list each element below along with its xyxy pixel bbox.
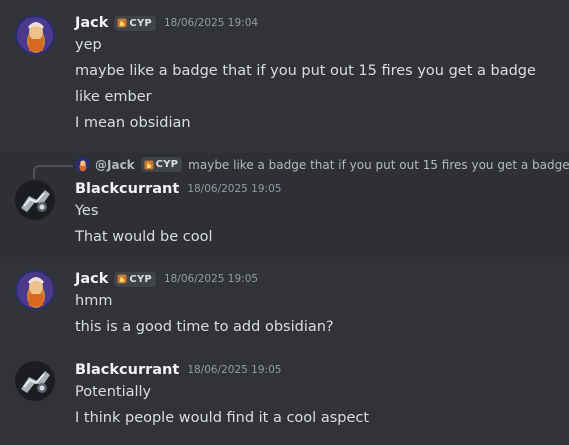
reply-spine [33,165,73,179]
message-line: yep [75,37,102,53]
message-line: Potentially [75,384,152,400]
message-line: like ember [75,89,152,105]
message-group-jack-1: Jack CYP 18/06/2025 19:04 yep maybe like… [0,0,569,150]
blackcurrant-avatar-icon [15,361,55,401]
timestamp[interactable]: 18/06/2025 19:05 [187,183,281,195]
timestamp[interactable]: 18/06/2025 19:04 [164,17,258,29]
reply-preview[interactable]: @Jack CYP maybe like a badge that if you… [0,156,569,179]
server-tag[interactable]: CYP [140,157,183,172]
message-header: Jack CYP 18/06/2025 19:05 [75,268,258,290]
message-line: hmm [75,293,113,309]
reply-avatar [75,157,90,172]
server-tag-label: CYP [155,159,179,170]
message-header: Blackcurrant 18/06/2025 19:05 [75,359,281,381]
message-header: Jack CYP 18/06/2025 19:04 [75,12,258,34]
server-tag[interactable]: CYP [114,15,156,31]
username[interactable]: Jack [75,271,108,287]
jack-avatar-icon [15,15,55,55]
jack-avatar-icon [75,157,90,172]
message-line: I think people would find it a cool aspe… [75,410,370,426]
timestamp[interactable]: 18/06/2025 19:05 [164,273,258,285]
message-line: maybe like a badge that if you put out 1… [75,63,536,79]
server-tag-label: CYP [129,17,152,29]
message-line: I mean obsidian [75,115,191,131]
username[interactable]: Blackcurrant [75,181,179,197]
avatar[interactable] [15,180,55,220]
message-line: That would be cool [75,229,213,245]
server-tag-label: CYP [129,273,152,285]
message-header: Blackcurrant 18/06/2025 19:05 [75,178,281,200]
reply-content: @Jack CYP maybe like a badge that if you… [75,157,569,172]
username[interactable]: Blackcurrant [75,362,179,378]
avatar[interactable] [15,15,55,55]
message-line: this is a good time to add obsidian? [75,319,334,335]
username[interactable]: Jack [75,15,108,31]
blackcurrant-avatar-icon [15,180,55,220]
avatar[interactable] [15,270,55,310]
flame-icon [144,160,154,169]
jack-avatar-icon [15,270,55,310]
server-tag[interactable]: CYP [114,271,156,287]
flame-icon [117,274,127,284]
flame-icon [117,18,127,28]
avatar[interactable] [15,361,55,401]
reply-text: maybe like a badge that if you put out 1… [188,157,569,172]
message-line: Yes [75,203,99,219]
timestamp[interactable]: 18/06/2025 19:05 [187,364,281,376]
reply-username[interactable]: @Jack [95,158,135,172]
